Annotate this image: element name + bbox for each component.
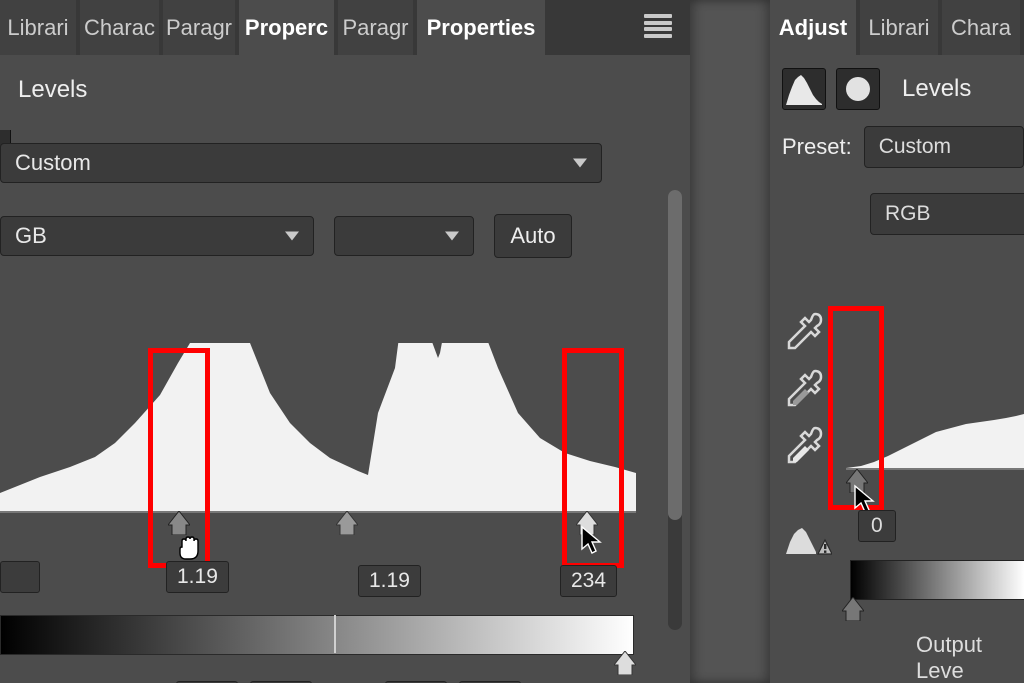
channel-select-value: GB <box>15 223 47 249</box>
tab-adjustments[interactable]: Adjust <box>770 0 856 55</box>
hamburger-menu-icon[interactable] <box>644 14 672 38</box>
secondary-select[interactable] <box>334 216 474 256</box>
midtone-slider[interactable] <box>336 511 358 535</box>
scrollbar[interactable] <box>668 190 682 630</box>
right-tab-bar: Adjust Librari Chara <box>770 0 1024 55</box>
tab-properties-1[interactable]: Properc <box>239 0 334 55</box>
scrollbar-thumb[interactable] <box>668 190 682 520</box>
white-point-value[interactable]: 234 <box>560 565 617 597</box>
preset-label: Preset: <box>782 134 852 160</box>
output-gradient[interactable] <box>0 615 634 655</box>
preset-select-r[interactable]: Custom <box>864 126 1024 168</box>
panel-divider <box>690 0 770 683</box>
left-properties-panel: Librari Charac Paragr Properc Paragr Pro… <box>0 0 690 683</box>
midtone-value[interactable]: 1.19 <box>358 565 421 597</box>
channel-select[interactable]: GB <box>0 216 314 256</box>
black-point-value-r[interactable]: 0 <box>858 510 896 542</box>
tab-properties-2[interactable]: Properties <box>417 0 545 55</box>
chevron-down-icon <box>573 159 587 168</box>
black-point-slider[interactable] <box>168 511 190 535</box>
histogram-left <box>0 343 636 513</box>
tab-libraries-r[interactable]: Librari <box>860 0 938 55</box>
black-point-slider-r[interactable] <box>846 469 868 493</box>
tab-character[interactable]: Charac <box>80 0 159 55</box>
left-panel-body: Levels Custom GB Auto <box>0 55 690 683</box>
cursor-grab-icon <box>174 533 204 563</box>
histogram-right <box>846 310 1024 470</box>
levels-title-r: Levels <box>902 75 971 103</box>
white-point-slider[interactable] <box>576 511 598 535</box>
eyedropper-white-icon[interactable] <box>785 424 827 466</box>
tab-character-r[interactable]: Chara <box>942 0 1020 55</box>
preset-select[interactable]: Custom <box>0 143 602 183</box>
eyedropper-gray-icon[interactable] <box>785 367 827 409</box>
gradient-seam <box>334 615 336 653</box>
levels-adjustment-icon[interactable] <box>782 68 826 110</box>
tab-paragraph[interactable]: Paragr <box>163 0 235 55</box>
output-gradient-r[interactable] <box>850 560 1024 600</box>
chevron-down-icon <box>445 232 459 241</box>
auto-button[interactable]: Auto <box>494 214 572 258</box>
histogram-warning-icon[interactable] <box>784 524 832 558</box>
tab-paragraph-2[interactable]: Paragr <box>338 0 413 55</box>
channel-value-r: RGB <box>885 202 931 226</box>
tab-libraries[interactable]: Librari <box>0 0 76 55</box>
preset-value-r: Custom <box>879 135 951 159</box>
chevron-down-icon <box>285 232 299 241</box>
output-black-slider-r[interactable] <box>842 597 864 621</box>
black-point-readout: 1.19 <box>166 561 229 593</box>
channel-select-r[interactable]: RGB <box>870 193 1024 235</box>
output-white-slider[interactable] <box>614 651 636 675</box>
left-tab-bar: Librari Charac Paragr Properc Paragr Pro… <box>0 0 690 55</box>
preset-select-value: Custom <box>15 150 91 176</box>
eyedropper-black-icon[interactable] <box>785 310 827 352</box>
layer-mask-icon[interactable] <box>836 68 880 110</box>
levels-title: Levels <box>18 76 87 104</box>
black-point-value[interactable] <box>0 561 40 593</box>
output-levels-label-r: Output Leve <box>916 632 1024 683</box>
